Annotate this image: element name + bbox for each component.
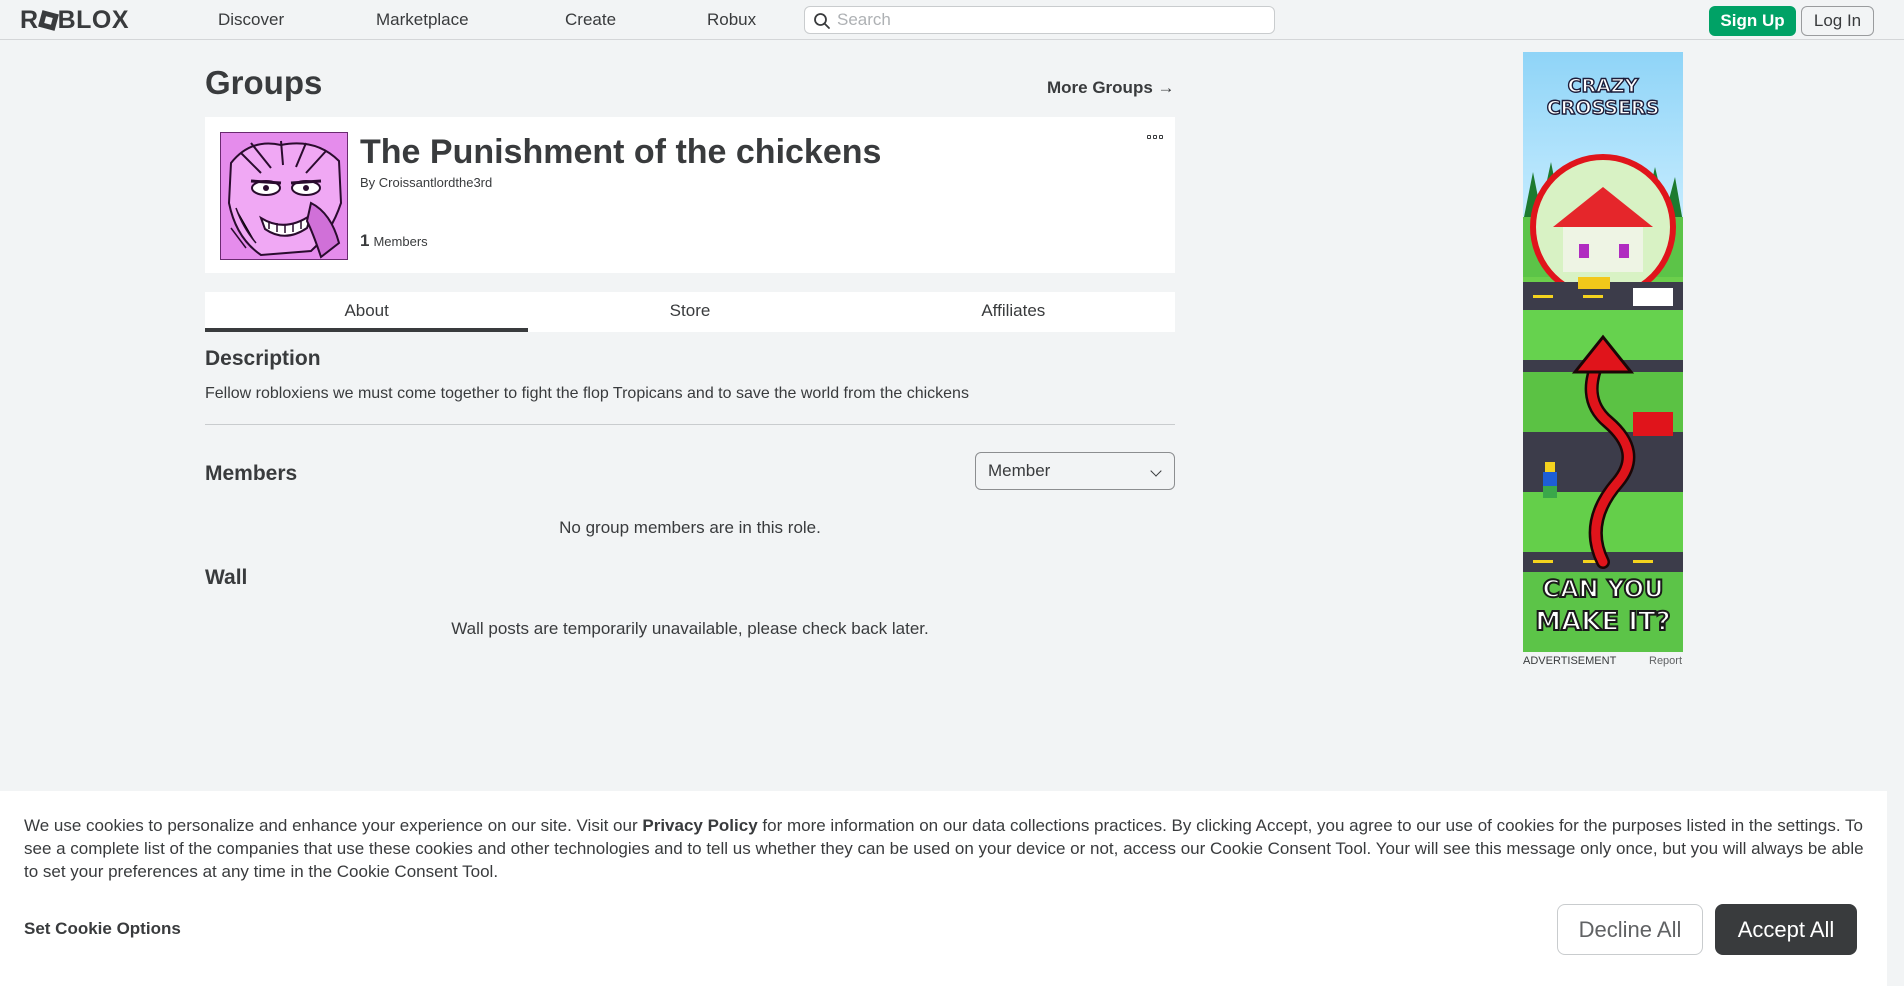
description-heading: Description	[205, 347, 321, 370]
decline-all-button[interactable]: Decline All	[1557, 904, 1703, 955]
top-navigation-bar: R BLOX Discover Marketplace Create Robux …	[0, 0, 1904, 40]
cookie-text-before: We use cookies to personalize and enhanc…	[24, 816, 643, 835]
tab-affiliates[interactable]: Affiliates	[852, 292, 1175, 332]
member-count-value: 1	[360, 231, 370, 250]
page-title: Groups	[205, 64, 323, 101]
tab-store[interactable]: Store	[528, 292, 851, 332]
group-member-count: 1 Members	[360, 231, 428, 251]
divider	[205, 424, 1175, 425]
set-cookie-options-link[interactable]: Set Cookie Options	[24, 919, 181, 939]
role-dropdown[interactable]: Member	[975, 452, 1175, 490]
wall-unavailable-message: Wall posts are temporarily unavailable, …	[451, 619, 929, 638]
nav-discover[interactable]: Discover	[218, 10, 284, 30]
ad-tagline-line1: CAN YOU	[1542, 575, 1663, 603]
search-input[interactable]	[837, 10, 1267, 30]
group-header-card: The Punishment of the chickens By Croiss…	[205, 117, 1175, 273]
role-dropdown-value: Member	[988, 461, 1051, 480]
ad-tagline-line2: MAKE IT?	[1535, 607, 1670, 637]
members-heading: Members	[205, 462, 298, 485]
description-text: Fellow robloxiens we must come together …	[205, 385, 969, 402]
roblox-logo[interactable]: R BLOX	[20, 6, 129, 34]
advertisement-banner[interactable]: CRAZY CROSSERS CAN YOU MAKE IT?	[1523, 52, 1683, 652]
nav-create[interactable]: Create	[565, 10, 616, 30]
nav-robux[interactable]: Robux	[707, 10, 756, 30]
chevron-down-icon	[1150, 465, 1162, 477]
ad-title-line1: CRAZY	[1568, 75, 1639, 97]
privacy-policy-link[interactable]: Privacy Policy	[642, 816, 757, 835]
group-emblem-image	[220, 132, 348, 260]
more-groups-link[interactable]: More Groups →	[1047, 78, 1175, 98]
group-tabs: About Store Affiliates	[205, 292, 1175, 332]
search-icon	[814, 13, 830, 29]
nav-marketplace[interactable]: Marketplace	[376, 10, 469, 30]
cookie-message: We use cookies to personalize and enhanc…	[24, 814, 1864, 883]
search-box	[804, 6, 1275, 34]
more-options-icon[interactable]	[1145, 132, 1165, 142]
advertisement-label: ADVERTISEMENT	[1523, 655, 1617, 667]
wall-heading: Wall	[205, 566, 248, 589]
roblox-logo-mark-icon	[37, 9, 59, 31]
group-name: The Punishment of the chickens	[360, 133, 882, 171]
group-owner-line: By Croissantlordthe3rd	[360, 175, 492, 190]
ad-report-link[interactable]: Report	[1649, 655, 1682, 667]
owner-prefix: By	[360, 175, 376, 190]
accept-all-button[interactable]: Accept All	[1715, 904, 1857, 955]
tab-about[interactable]: About	[205, 292, 529, 332]
ad-artwork: CRAZY CROSSERS CAN YOU MAKE IT?	[1523, 52, 1683, 652]
sign-up-button[interactable]: Sign Up	[1709, 6, 1796, 36]
log-in-button[interactable]: Log In	[1801, 6, 1874, 36]
group-owner-link[interactable]: Croissantlordthe3rd	[379, 175, 492, 190]
ad-title-line2: CROSSERS	[1547, 97, 1660, 119]
member-count-label: Members	[373, 234, 428, 249]
cookie-consent-banner: We use cookies to personalize and enhanc…	[0, 791, 1887, 986]
no-members-message: No group members are in this role.	[559, 518, 821, 537]
